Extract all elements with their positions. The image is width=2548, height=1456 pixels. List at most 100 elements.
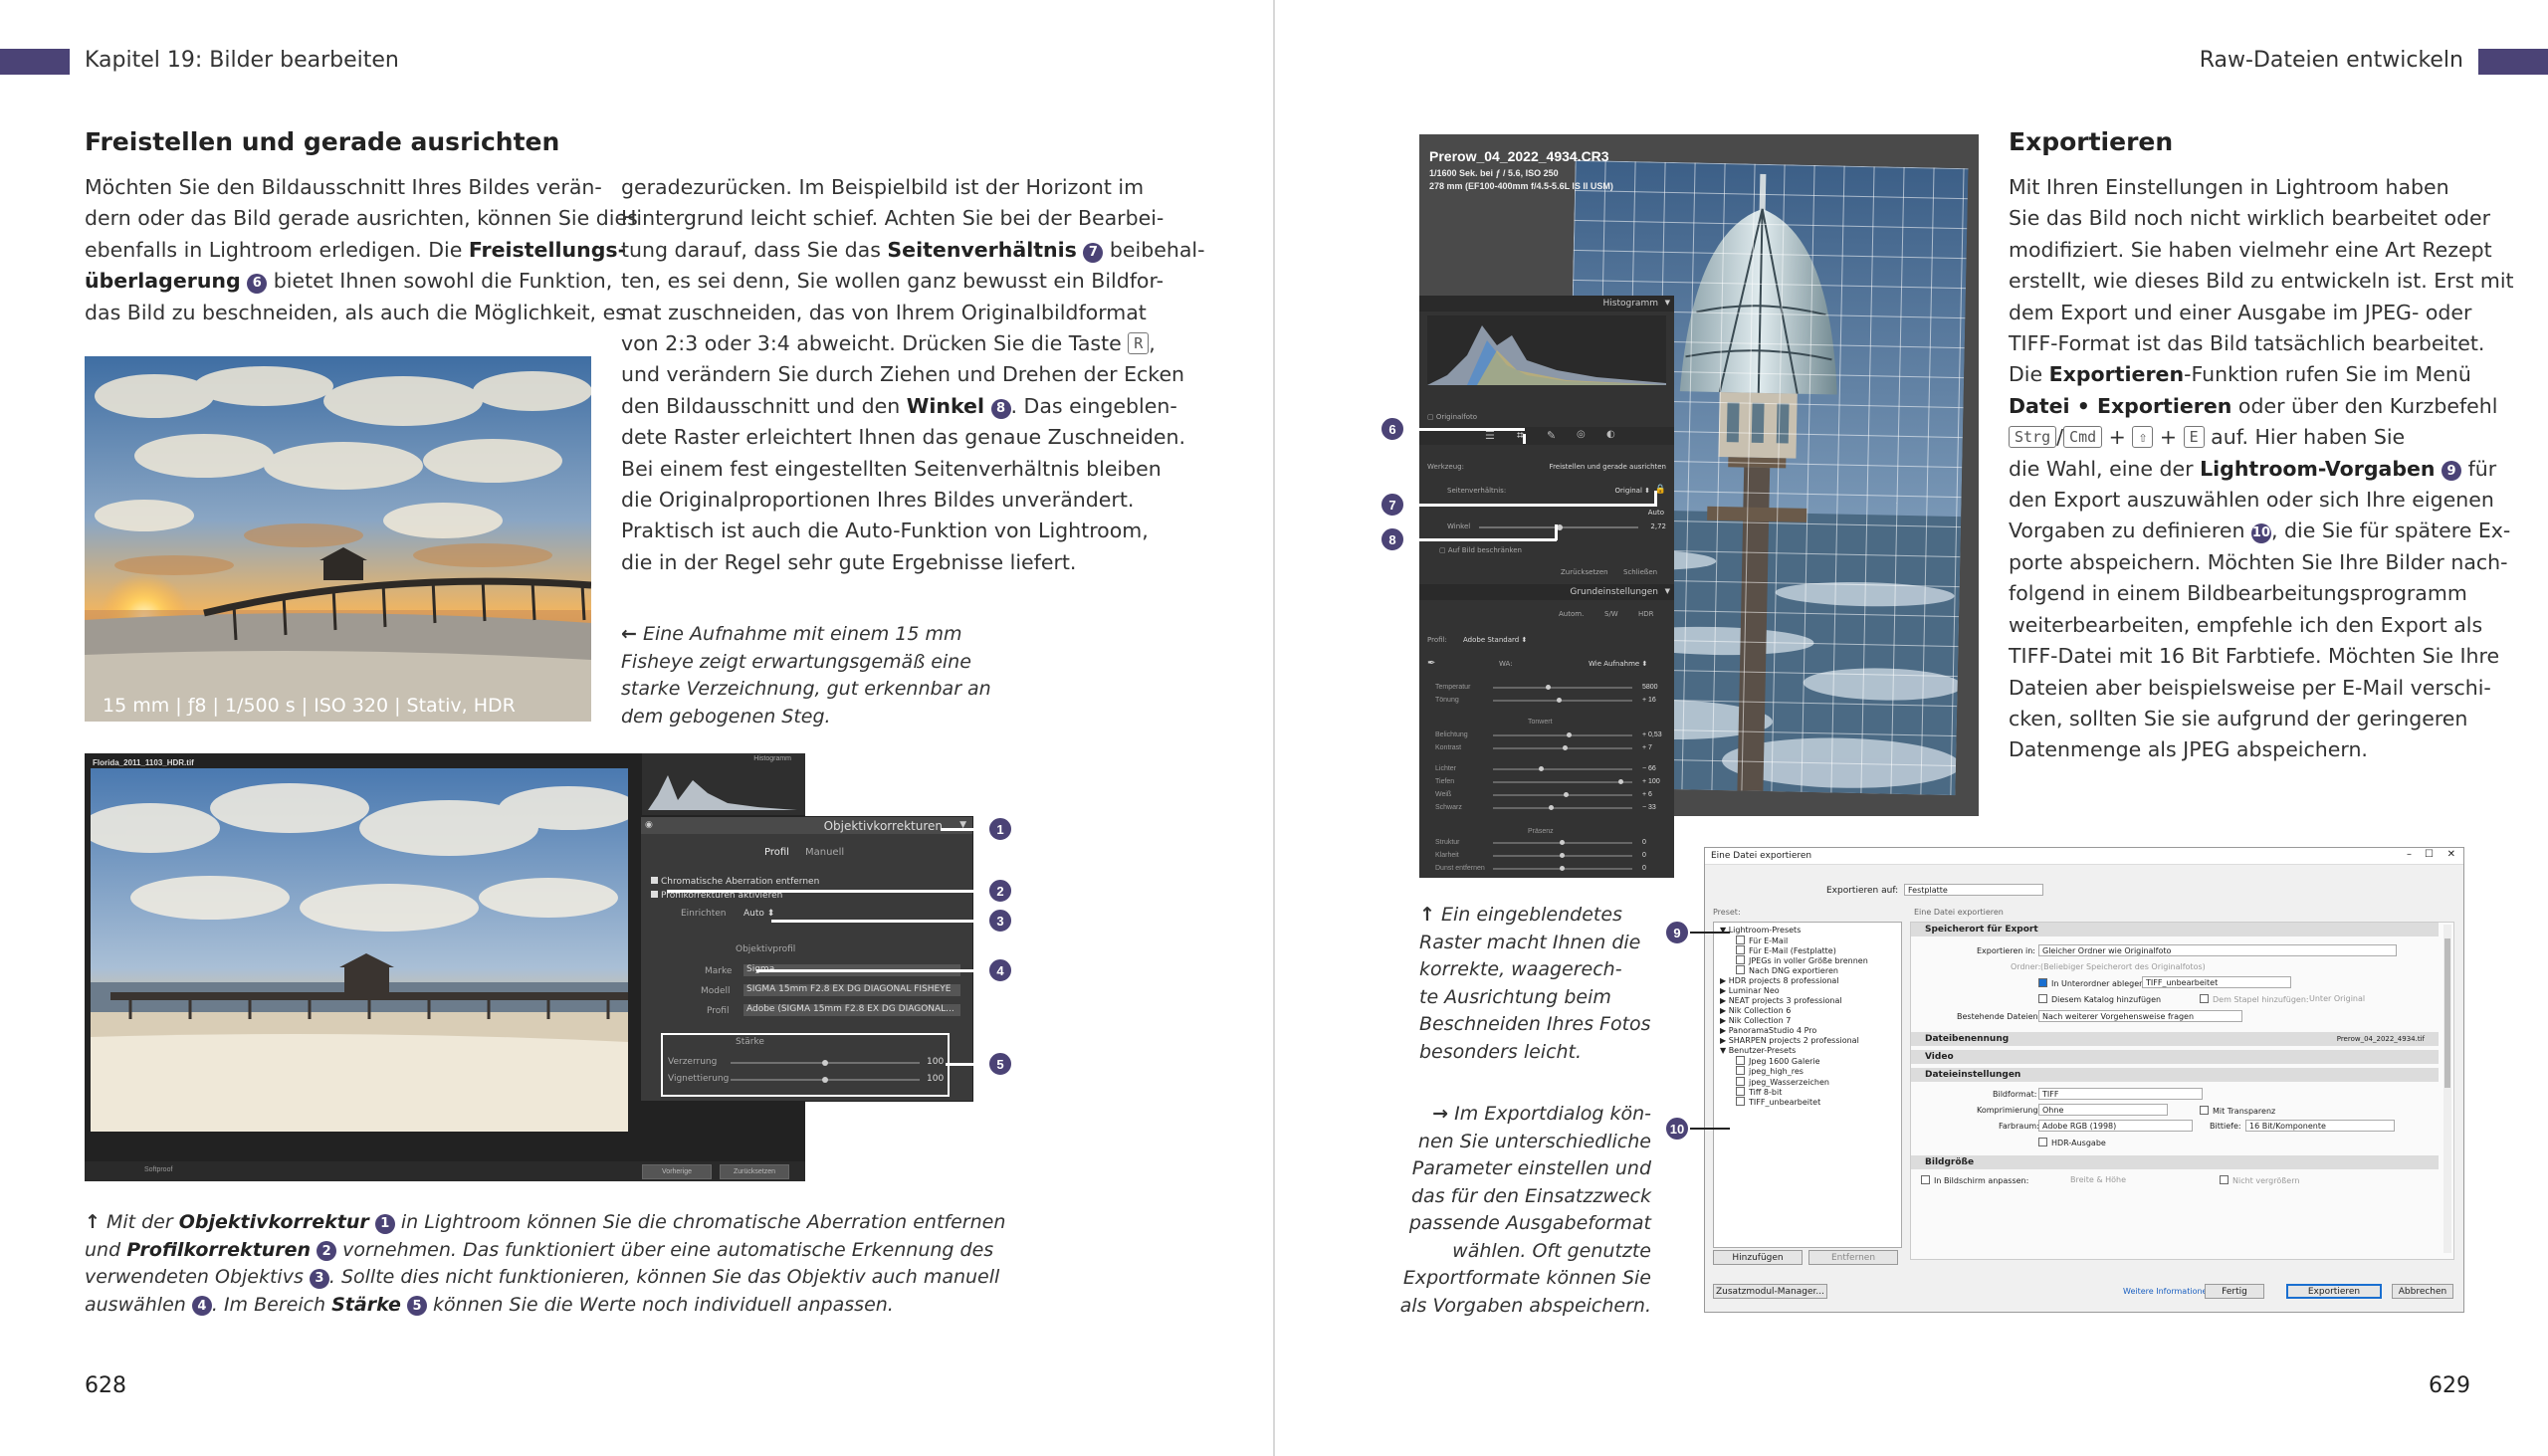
- subfolder-input[interactable]: TIFF_unbearbeitet: [2142, 976, 2291, 988]
- blacks-slider[interactable]: [1493, 807, 1632, 809]
- preset-checkbox[interactable]: [1736, 945, 1745, 955]
- export-in-select[interactable]: Gleicher Ordner wie Originalfoto: [2038, 944, 2397, 956]
- bw-button[interactable]: S/W: [1604, 610, 1618, 618]
- lr-prev-button[interactable]: Vorherige: [642, 1164, 712, 1179]
- mask-icon[interactable]: ◐: [1606, 429, 1615, 440]
- bitdepth-select[interactable]: 16 Bit/Komponente: [2245, 1120, 2395, 1132]
- close-icon[interactable]: ✕: [2447, 849, 2455, 860]
- preset-checkbox[interactable]: [1736, 1056, 1745, 1066]
- preset-item[interactable]: jpeg_Wasserzeichen: [1736, 1076, 1829, 1087]
- plugin-manager-button[interactable]: Zusatzmodul-Manager...: [1713, 1284, 1827, 1299]
- add-stack-checkbox[interactable]: Dem Stapel hinzufügen:: [2200, 994, 2309, 1004]
- original-photo-checkbox[interactable]: ▢ Originalfoto: [1427, 413, 1477, 421]
- distortion-slider-knob[interactable]: [822, 1060, 828, 1066]
- texture-slider-knob[interactable]: [1560, 840, 1565, 845]
- preset-item[interactable]: ▶ Luminar Neo: [1720, 986, 1780, 995]
- format-select[interactable]: TIFF: [2038, 1088, 2203, 1100]
- preset-item[interactable]: ▶ Nik Collection 7: [1720, 1016, 1791, 1025]
- preset-checkbox[interactable]: [1736, 1086, 1745, 1096]
- transparency-checkbox[interactable]: Mit Transparenz: [2200, 1106, 2275, 1116]
- profile-select[interactable]: Adobe Standard ⬍: [1463, 636, 1527, 644]
- shadows-slider[interactable]: [1493, 781, 1632, 783]
- tint-slider[interactable]: [1493, 700, 1632, 702]
- heal-brush-icon[interactable]: ✎: [1547, 429, 1556, 442]
- aspect-select[interactable]: Original ⬍: [1615, 487, 1651, 495]
- red-eye-icon[interactable]: ◎: [1577, 429, 1586, 440]
- resize-checkbox[interactable]: In Bildschirm anpassen:: [1921, 1175, 2028, 1185]
- remove-preset-button[interactable]: Entfernen: [1808, 1250, 1898, 1265]
- clarity-slider-knob[interactable]: [1560, 853, 1565, 858]
- stack-select[interactable]: Unter Original: [2309, 994, 2365, 1003]
- resize-select[interactable]: Breite & Höhe: [2070, 1175, 2126, 1184]
- compress-select[interactable]: Ohne: [2038, 1104, 2168, 1116]
- highlights-slider[interactable]: [1493, 768, 1632, 770]
- hdr-button[interactable]: HDR: [1638, 610, 1654, 618]
- hdr-checkbox[interactable]: HDR-Ausgabe: [2038, 1138, 2106, 1147]
- existing-select[interactable]: Nach weiterer Vorgehensweise fragen: [2038, 1010, 2242, 1022]
- export-button[interactable]: Exportieren: [2286, 1284, 2382, 1299]
- preset-item[interactable]: ▶ SHARPEN projects 2 professional: [1720, 1036, 1859, 1045]
- preset-checkbox[interactable]: [1736, 965, 1745, 975]
- preset-item[interactable]: jpeg_high_res: [1736, 1066, 1804, 1076]
- colorspace-select[interactable]: Adobe RGB (1998): [2038, 1120, 2193, 1132]
- crop-reset-button[interactable]: Zurücksetzen: [1561, 568, 1608, 576]
- more-info-link[interactable]: Weitere Informationen: [2123, 1287, 2213, 1296]
- maximize-icon[interactable]: ☐: [2425, 849, 2434, 860]
- wb-select[interactable]: Wie Aufnahme ⬍: [1589, 660, 1647, 668]
- cancel-button[interactable]: Abbrechen: [2392, 1284, 2453, 1299]
- checkbox-remove-ca[interactable]: Chromatische Aberration entfernen: [651, 877, 819, 887]
- preset-item[interactable]: JPEGs in voller Größe brennen: [1736, 955, 1868, 965]
- done-button[interactable]: Fertig: [2205, 1284, 2264, 1299]
- preset-checkbox[interactable]: [1736, 1096, 1745, 1106]
- minimize-icon[interactable]: –: [2407, 849, 2412, 860]
- section-video[interactable]: Video: [1911, 1050, 2439, 1064]
- contrast-slider-knob[interactable]: [1562, 745, 1568, 750]
- subfolder-checkbox[interactable]: In Unterordner ablegen:: [2038, 978, 2147, 988]
- add-preset-button[interactable]: Hinzufügen: [1713, 1250, 1803, 1265]
- preset-item[interactable]: ▶ NEAT projects 3 professional: [1720, 996, 1842, 1005]
- exposure-slider[interactable]: [1493, 734, 1632, 736]
- crop-close-button[interactable]: Schließen: [1623, 568, 1657, 576]
- preset-checkbox[interactable]: [1736, 955, 1745, 965]
- temp-slider[interactable]: [1493, 687, 1632, 689]
- section-file-settings[interactable]: Dateieinstellungen: [1911, 1068, 2439, 1082]
- preset-item[interactable]: ▶ HDR projects 8 professional: [1720, 976, 1839, 985]
- collapse-triangle-icon[interactable]: ▼: [1665, 299, 1670, 307]
- shadows-slider-knob[interactable]: [1617, 779, 1623, 784]
- export-to-select[interactable]: Festplatte: [1904, 884, 2043, 896]
- constrain-checkbox[interactable]: ▢ Auf Bild beschränken: [1439, 546, 1522, 554]
- vignetting-slider-knob[interactable]: [822, 1077, 828, 1083]
- preset-item[interactable]: ▶ Nik Collection 6: [1720, 1006, 1791, 1015]
- tab-profile[interactable]: Profil: [764, 847, 789, 858]
- exposure-slider-knob[interactable]: [1567, 732, 1572, 737]
- preset-item[interactable]: Für E-Mail (Festplatte): [1736, 945, 1836, 955]
- auto-button[interactable]: Auto: [1648, 509, 1664, 517]
- tab-manual[interactable]: Manuell: [805, 847, 844, 858]
- eye-icon[interactable]: ◉: [645, 820, 653, 830]
- section-location[interactable]: Speicherort für Export: [1911, 923, 2439, 936]
- auto-tone-button[interactable]: Autom.: [1559, 610, 1584, 618]
- setup-select[interactable]: Auto ⬍: [743, 909, 774, 919]
- preset-item[interactable]: ▼ Lightroom-Presets: [1720, 926, 1801, 935]
- collapse-triangle-icon[interactable]: ▼: [1665, 587, 1670, 595]
- preset-item[interactable]: TIFF_unbearbeitet: [1736, 1096, 1820, 1107]
- preset-item[interactable]: Für E-Mail: [1736, 936, 1788, 945]
- profile-select[interactable]: Adobe (SIGMA 15mm F2.8 EX DG DIAGONAL...: [743, 1004, 960, 1016]
- temp-slider-knob[interactable]: [1546, 685, 1551, 690]
- no-enlarge-checkbox[interactable]: Nicht vergrößern: [2220, 1175, 2299, 1185]
- blacks-slider-knob[interactable]: [1548, 805, 1554, 810]
- preset-checkbox[interactable]: [1736, 1066, 1745, 1076]
- whites-slider[interactable]: [1493, 794, 1632, 796]
- model-select[interactable]: SIGMA 15mm F2.8 EX DG DIAGONAL FISHEYE: [743, 984, 960, 996]
- highlights-slider-knob[interactable]: [1539, 766, 1544, 771]
- section-naming[interactable]: Dateibenennung Prerow_04_2022_4934.tif: [1911, 1032, 2439, 1046]
- preset-item[interactable]: ▼ Benutzer-Presets: [1720, 1046, 1796, 1055]
- preset-checkbox[interactable]: [1736, 936, 1745, 945]
- lr-reset-button[interactable]: Zurücksetzen: [720, 1164, 789, 1179]
- eyedropper-icon[interactable]: ✒: [1427, 658, 1435, 669]
- preset-item[interactable]: Tiff 8-bit: [1736, 1086, 1782, 1097]
- section-image-size[interactable]: Bildgröße: [1911, 1155, 2439, 1169]
- preset-item[interactable]: ▶ PanoramaStudio 4 Pro: [1720, 1026, 1816, 1035]
- preset-item[interactable]: Nach DNG exportieren: [1736, 965, 1838, 975]
- preset-checkbox[interactable]: [1736, 1076, 1745, 1086]
